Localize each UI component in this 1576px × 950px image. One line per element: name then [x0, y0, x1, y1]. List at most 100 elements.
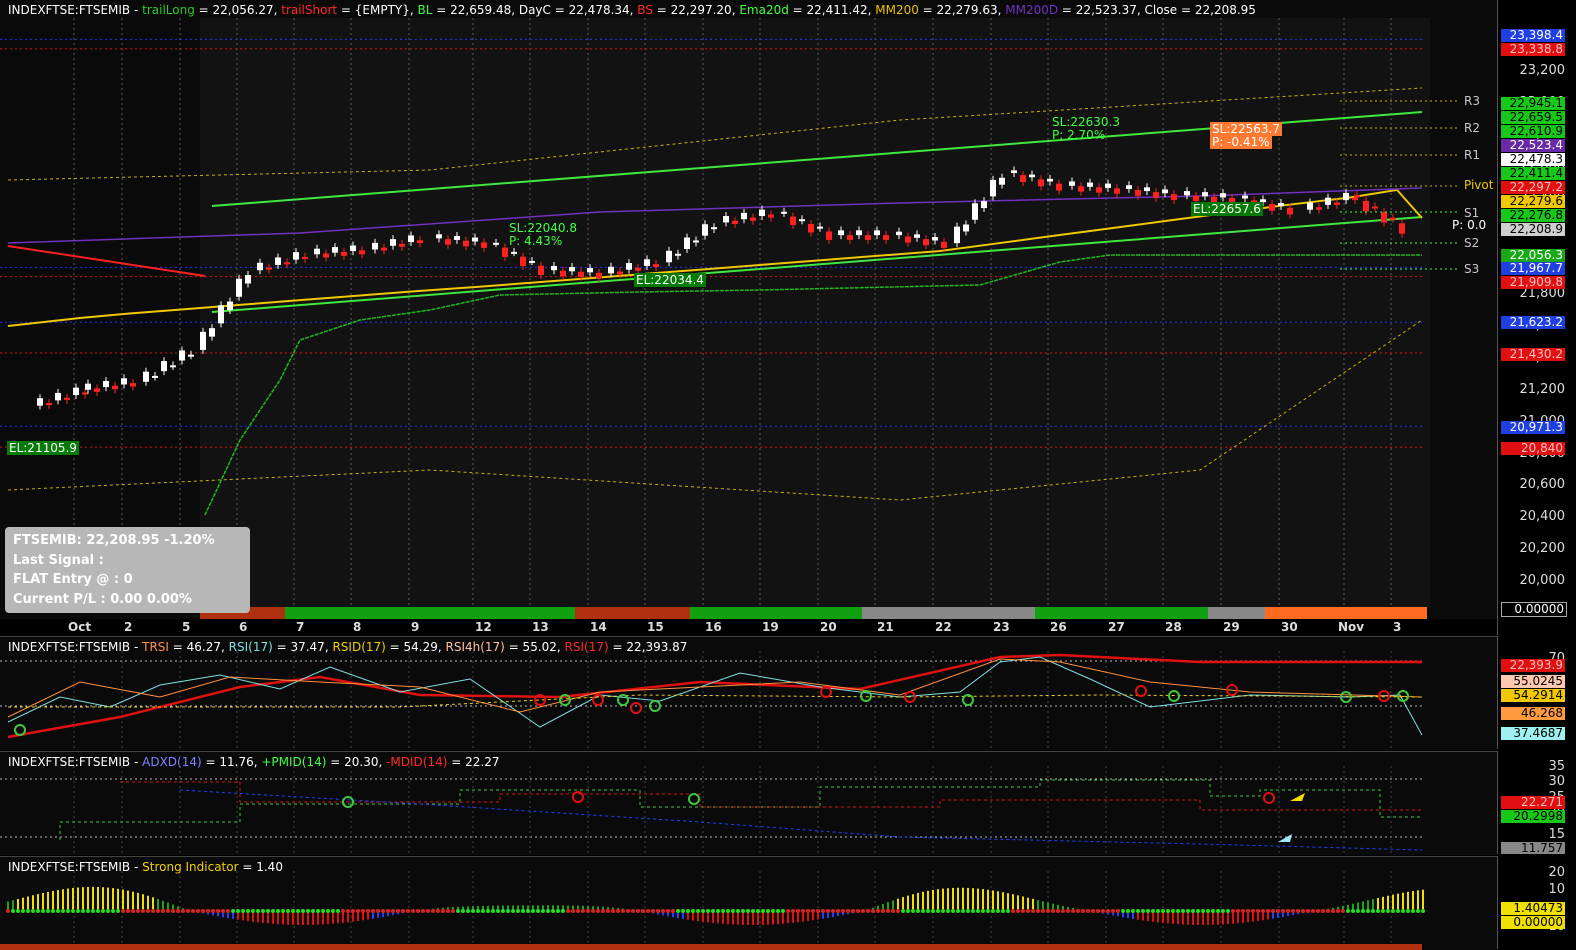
adx-arrow-down	[1278, 834, 1292, 842]
strong-dot	[1286, 909, 1290, 913]
header-segment: ADXD(14)	[142, 755, 202, 769]
price-label: 22,276.8	[1501, 209, 1565, 222]
price-label: 22,478.3	[1501, 153, 1565, 166]
strong-pane-header: INDEXFTSE:FTSEMIB - Strong Indicator = 1…	[8, 860, 283, 874]
strong-dot	[706, 909, 710, 913]
date-tick-label: 23	[993, 620, 1010, 634]
rsi-pane[interactable]: INDEXFTSE:FTSEMIB - TRSI = 46.27, RSI(17…	[0, 636, 1497, 750]
strong-dot	[891, 909, 895, 913]
rsid-line	[8, 694, 1423, 708]
strong-dot	[816, 909, 820, 913]
strong-dot	[351, 909, 355, 913]
candle-body	[454, 235, 460, 240]
candle-body	[981, 201, 987, 209]
signal-strip	[862, 607, 1035, 619]
price-pane[interactable]: INDEXFTSE:FTSEMIB - trailLong = 22,056.2…	[0, 0, 1497, 619]
price-label: 22,208.9	[1501, 223, 1565, 236]
adx-pane[interactable]: INDEXFTSE:FTSEMIB - ADXD(14) = 11.76, +P…	[0, 751, 1497, 855]
candle-body	[644, 259, 650, 266]
adx-axis[interactable]: 353025201522.27120.299811.757	[1497, 751, 1576, 854]
strong-dot	[396, 909, 400, 913]
strong-dot	[1396, 909, 1400, 913]
strong-dot	[356, 909, 360, 913]
adx-line	[179, 789, 1423, 851]
strong-dot	[786, 909, 790, 913]
candle-body	[883, 235, 889, 240]
strong-dot	[76, 909, 80, 913]
candle-body	[1056, 183, 1062, 191]
strong-dot	[21, 909, 25, 913]
candle-body	[896, 231, 902, 236]
date-axis[interactable]: Oct 2 5 6 7 8 9 12 13 14 15 16 19 20 21 22 23 26 27 28 29 30 N…	[0, 619, 1497, 635]
header-segment: INDEXFTSE:FTSEMIB -	[8, 3, 143, 17]
strong-dot	[1301, 909, 1305, 913]
strong-dot	[26, 909, 30, 913]
strong-dot	[276, 909, 280, 913]
rsi-axis[interactable]: 7022,393.955.024554.291446.26837.4687	[1497, 636, 1576, 749]
header-segment: = 46.27,	[168, 640, 229, 654]
candle-body	[275, 257, 281, 265]
header-segment: = 37.47,	[272, 640, 333, 654]
strong-dot	[761, 909, 765, 913]
strong-dot	[951, 909, 955, 913]
date-tick-label: 3	[1393, 620, 1402, 634]
strong-dot	[756, 909, 760, 913]
header-segment: = {EMPTY},	[337, 3, 418, 17]
strong-dot	[451, 909, 455, 913]
strong-dot	[506, 909, 510, 913]
strong-dot	[1151, 909, 1155, 913]
strong-tick-label: 10	[1548, 882, 1565, 897]
strong-dot	[6, 909, 10, 913]
price-label: 21,623.2	[1501, 316, 1565, 329]
strong-dot	[291, 909, 295, 913]
info-line-entry: FLAT Entry @ : 0	[13, 572, 133, 587]
rsi-pane-header: INDEXFTSE:FTSEMIB - TRSI = 46.27, RSI(17…	[8, 640, 687, 654]
strong-dot	[541, 909, 545, 913]
strong-dot	[1316, 909, 1320, 913]
strong-dot	[1036, 909, 1040, 913]
strong-dot	[996, 909, 1000, 913]
strong-dot	[631, 909, 635, 913]
price-label: 22,659.5	[1501, 111, 1565, 124]
signal-strip	[1265, 607, 1427, 619]
rsi-value-label: 22,393.9	[1501, 659, 1565, 672]
strong-dot	[446, 909, 450, 913]
candle-body	[1354, 195, 1360, 198]
candle-body	[37, 398, 43, 406]
strong-dot	[221, 909, 225, 913]
price-label: 22,297.2	[1501, 181, 1565, 194]
strong-pane[interactable]: INDEXFTSE:FTSEMIB - Strong Indicator = 1…	[0, 856, 1497, 950]
strong-dot	[1201, 909, 1205, 913]
strong-dot	[1421, 909, 1425, 913]
candle-body	[472, 237, 478, 242]
strong-dot	[591, 909, 595, 913]
strong-dot	[1101, 909, 1105, 913]
header-segment: = 11.76,	[201, 755, 262, 769]
candle-body	[218, 305, 224, 324]
date-tick-label: 19	[762, 620, 779, 634]
strong-dot	[976, 909, 980, 913]
rsi-value-label: 54.2914	[1501, 689, 1565, 702]
strong-dot	[516, 909, 520, 913]
strong-dot	[1116, 909, 1120, 913]
strong-axis[interactable]: 2010-101.404730.00000	[1497, 856, 1576, 949]
price-label: 22,610.9	[1501, 125, 1565, 138]
trsi-line	[7, 658, 1423, 718]
header-segment: = 22,297.20,	[652, 3, 740, 17]
candle-body	[1325, 197, 1331, 205]
header-segment: RSI(17)	[564, 640, 609, 654]
candle-body	[865, 235, 871, 240]
price-label: 21,967.7	[1501, 262, 1565, 275]
strong-dot	[306, 909, 310, 913]
strong-dot	[1236, 909, 1240, 913]
price-axis[interactable]: 23,20023,00022,80022,60022,40022,20022,0…	[1497, 0, 1576, 635]
date-tick-label: 27	[1108, 620, 1125, 634]
strong-dot	[1351, 909, 1355, 913]
strong-dot	[1376, 909, 1380, 913]
candle-body	[781, 211, 787, 214]
candle-body	[1047, 178, 1053, 182]
strong-dot	[196, 909, 200, 913]
candle-body	[143, 371, 149, 382]
strong-dot	[536, 909, 540, 913]
strong-dot	[561, 909, 565, 913]
